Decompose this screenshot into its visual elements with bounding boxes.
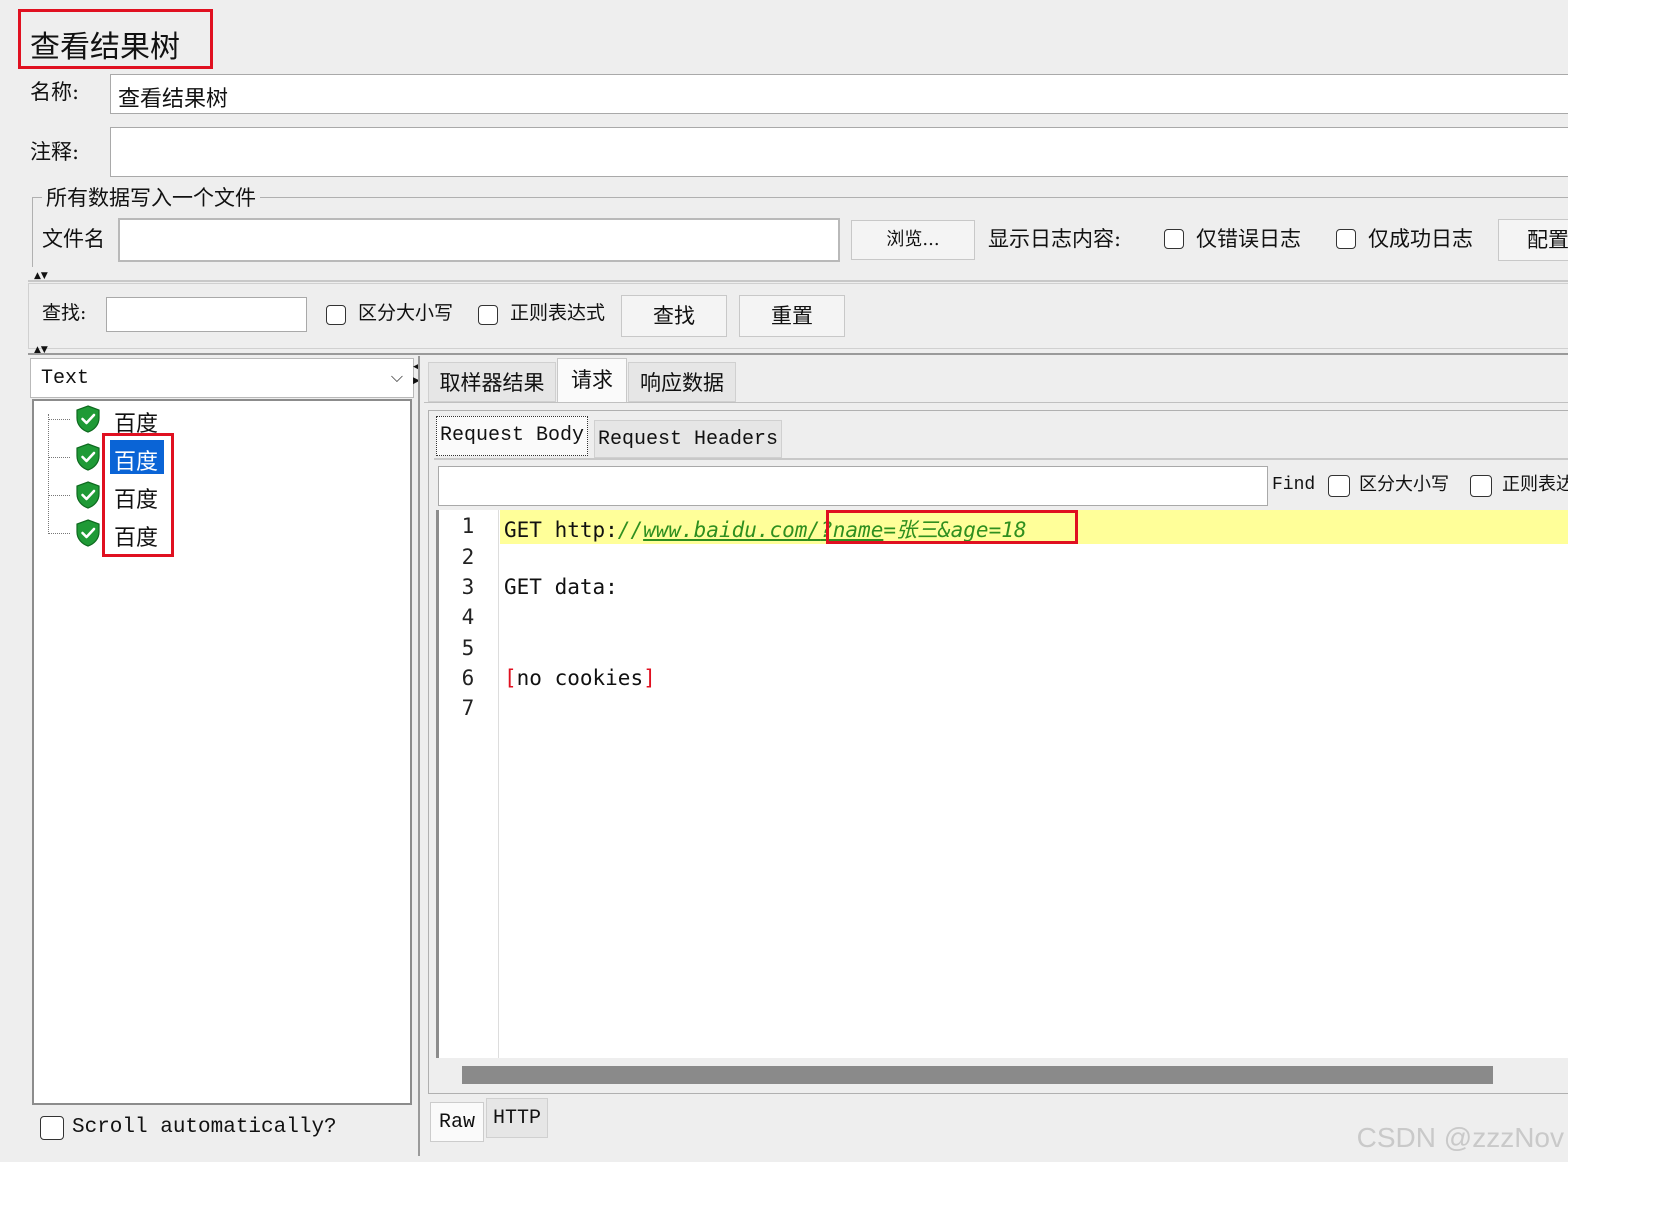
browse-button[interactable]: 浏览... xyxy=(851,220,975,260)
code-line-3: GET data: xyxy=(504,575,618,599)
subtab-request-body[interactable]: Request Body xyxy=(436,416,588,456)
tab-raw[interactable]: Raw xyxy=(430,1102,484,1142)
find-regex-label: 正则表达 xyxy=(1502,474,1568,495)
find-case-label: 区分大小写 xyxy=(1359,474,1449,495)
find-label: Find xyxy=(1272,475,1316,495)
comment-input[interactable] xyxy=(110,127,1568,177)
code-scheme: http: xyxy=(554,518,618,542)
code-slashes: // xyxy=(617,518,644,542)
errors-only-label: 仅错误日志 xyxy=(1196,227,1301,251)
line-number: 2 xyxy=(461,545,475,569)
code-line-6: [no cookies] xyxy=(504,666,656,690)
code-host: www.baidu.com xyxy=(643,518,808,542)
reset-button[interactable]: 重置 xyxy=(739,295,845,337)
success-only-checkbox[interactable] xyxy=(1336,229,1356,249)
line-number: 1 xyxy=(461,514,475,538)
line-number: 7 xyxy=(461,696,475,720)
search-button[interactable]: 查找 xyxy=(621,295,727,337)
splitter-line-2 xyxy=(28,353,1568,355)
errors-only-checkbox[interactable] xyxy=(1164,229,1184,249)
bracket-open: [ xyxy=(504,666,517,690)
find-case-checkbox[interactable] xyxy=(1328,475,1350,497)
code-method: GET xyxy=(504,518,555,542)
case-sensitive-label: 区分大小写 xyxy=(358,302,454,324)
filename-label: 文件名 xyxy=(42,227,105,251)
vertical-splitter-line xyxy=(418,356,420,1156)
filename-input[interactable] xyxy=(118,218,840,262)
tree-connector xyxy=(48,457,70,458)
tree-connector xyxy=(48,414,49,534)
regex-label: 正则表达式 xyxy=(510,302,606,324)
subtab-request-headers[interactable]: Request Headers xyxy=(594,420,782,458)
config-button[interactable]: 配置 xyxy=(1498,219,1568,261)
success-shield-icon xyxy=(76,443,100,471)
query-annotation-box xyxy=(826,510,1078,544)
tree-annotation-box xyxy=(102,433,174,557)
no-cookies-text: no cookies xyxy=(516,666,644,690)
comment-label: 注释: xyxy=(30,140,80,164)
line-number: 5 xyxy=(461,636,475,660)
view-results-tree-panel: 查看结果树 名称: 查看结果树 注释: 所有数据写入一个文件 文件名 浏览...… xyxy=(0,0,1568,1162)
subtab-divider xyxy=(434,458,1568,460)
tab-response-data[interactable]: 响应数据 xyxy=(628,362,736,402)
file-group-legend: 所有数据写入一个文件 xyxy=(42,188,260,209)
find-input[interactable] xyxy=(438,466,1268,506)
line-number: 3 xyxy=(461,575,475,599)
find-regex-checkbox[interactable] xyxy=(1470,475,1492,497)
tab-request[interactable]: 请求 xyxy=(557,358,627,402)
watermark: CSDN @zzzNov xyxy=(1356,1122,1564,1153)
tree-connector xyxy=(48,533,70,534)
name-input-value: 查看结果树 xyxy=(118,87,229,112)
name-input[interactable]: 查看结果树 xyxy=(110,74,1568,114)
chevron-down-icon: ⌵ xyxy=(390,367,403,386)
splitter-line xyxy=(28,280,1568,282)
tab-sampler-result[interactable]: 取样器结果 xyxy=(428,362,556,402)
bracket-close: ] xyxy=(643,666,656,690)
log-display-label: 显示日志内容: xyxy=(988,227,1122,251)
success-shield-icon xyxy=(76,481,100,509)
line-number: 4 xyxy=(461,605,475,629)
tree-connector xyxy=(48,495,70,496)
success-only-label: 仅成功日志 xyxy=(1368,227,1473,251)
regex-checkbox[interactable] xyxy=(478,305,498,325)
search-input[interactable] xyxy=(106,297,307,332)
success-shield-icon xyxy=(76,405,100,433)
renderer-select-value: Text xyxy=(41,367,90,390)
line-number: 6 xyxy=(461,666,475,690)
search-label: 查找: xyxy=(42,302,87,324)
panel-title: 查看结果树 xyxy=(30,30,180,65)
case-sensitive-checkbox[interactable] xyxy=(326,305,346,325)
tree-connector xyxy=(48,419,70,420)
tab-http[interactable]: HTTP xyxy=(486,1098,548,1138)
scroll-auto-checkbox[interactable] xyxy=(40,1116,64,1140)
scroll-auto-label: Scroll automatically? xyxy=(72,1116,337,1139)
horizontal-scrollbar-thumb[interactable] xyxy=(462,1066,1493,1084)
success-shield-icon xyxy=(76,519,100,547)
renderer-select[interactable]: Text ⌵ xyxy=(30,358,414,398)
code-sep: / xyxy=(807,518,821,542)
name-label: 名称: xyxy=(30,80,80,104)
